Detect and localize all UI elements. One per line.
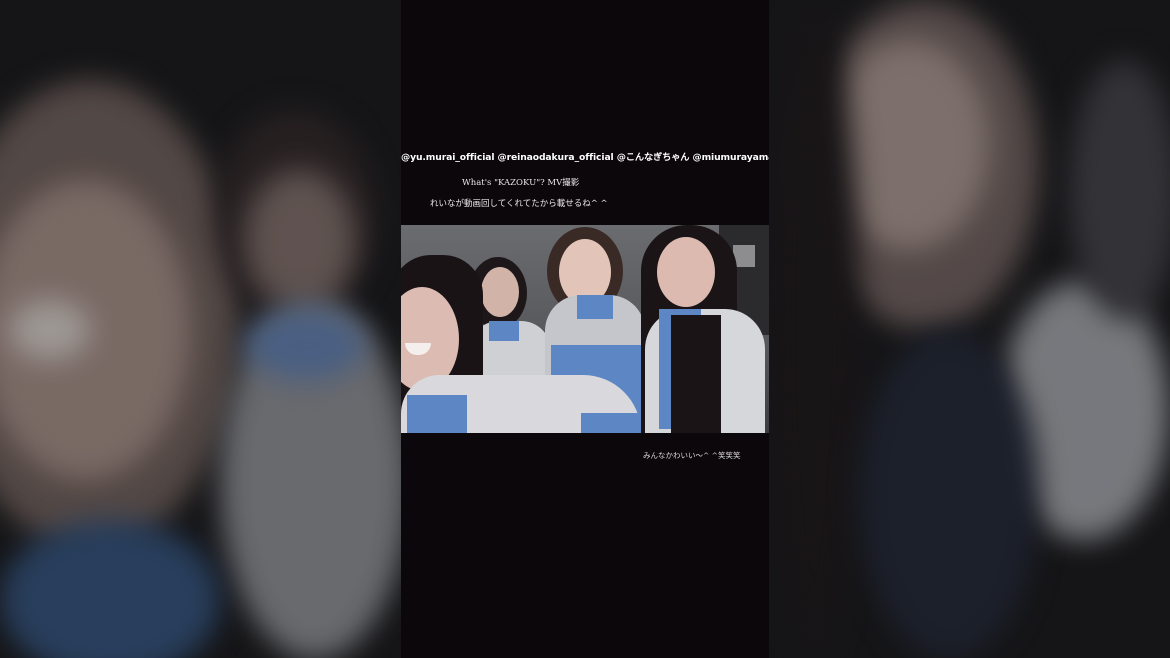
reel-panel[interactable]: @yu.murai_official @reinaodakura_officia… <box>401 0 769 658</box>
blurred-backdrop-right <box>769 0 1170 658</box>
mentioned-accounts[interactable]: @yu.murai_official @reinaodakura_officia… <box>401 149 769 163</box>
group-selfie-photo <box>401 225 769 433</box>
blurred-backdrop-left <box>0 0 401 658</box>
video-stage: @yu.murai_official @reinaodakura_officia… <box>0 0 1170 658</box>
bottom-caption: みんなかわいい〜^ ^笑笑笑 <box>643 451 741 460</box>
caption-line-1: What's "KAZOKU"? MV撮影 <box>462 178 580 188</box>
caption-line-2: れいなが動画回してくれてたから載せるね^ ^ <box>430 199 608 209</box>
